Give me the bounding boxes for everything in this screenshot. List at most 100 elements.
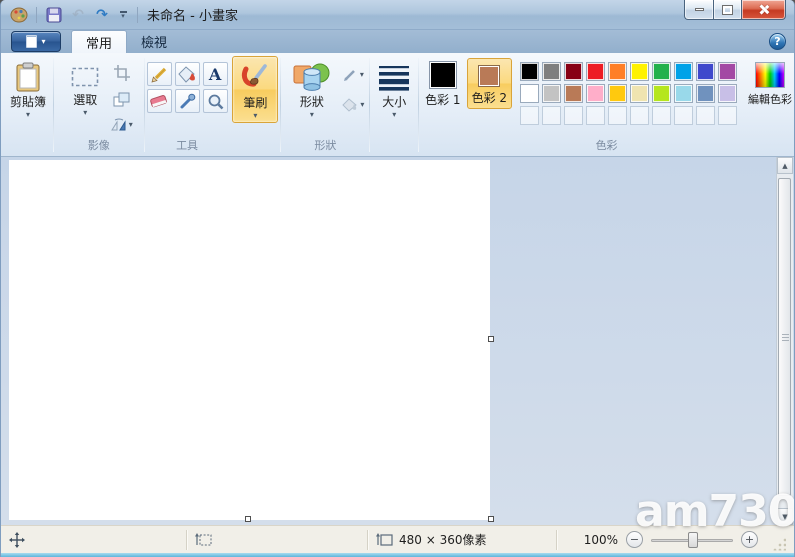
help-button[interactable]: ? bbox=[769, 33, 786, 50]
eraser-tool-button[interactable] bbox=[147, 89, 172, 113]
edit-colors-button[interactable]: 編輯色彩 bbox=[748, 58, 792, 107]
undo-icon: ↶ bbox=[72, 7, 84, 23]
color-picker-button[interactable] bbox=[175, 89, 200, 113]
scrollbar-thumb[interactable] bbox=[778, 178, 791, 496]
shapes-icon bbox=[290, 62, 334, 94]
palette-color-swatch[interactable] bbox=[696, 84, 715, 103]
palette-color-swatch[interactable] bbox=[542, 62, 561, 81]
color1-button[interactable]: 色彩 1 bbox=[421, 58, 464, 110]
scrollbar-track[interactable] bbox=[777, 174, 793, 508]
palette-color-swatch[interactable] bbox=[718, 62, 737, 81]
app-icon[interactable] bbox=[9, 5, 29, 25]
palette-color-swatch[interactable] bbox=[696, 62, 715, 81]
shape-fill-button[interactable]: ▾ bbox=[341, 93, 366, 117]
title-bar: ↶ ↷ ▾ 未命名 - 小畫家 bbox=[1, 0, 794, 30]
palette-color-swatch[interactable] bbox=[652, 84, 671, 103]
canvas-resize-handle-bottom[interactable] bbox=[245, 516, 251, 522]
selection-size-section bbox=[187, 526, 367, 553]
rotate-button[interactable]: ▾ bbox=[109, 113, 134, 137]
crop-icon bbox=[114, 65, 130, 81]
brushes-button[interactable]: 筆刷 ▾ bbox=[232, 56, 278, 123]
group-separator bbox=[53, 58, 54, 152]
chevron-down-icon: ▾ bbox=[360, 71, 364, 79]
document-icon bbox=[26, 35, 37, 48]
shape-outline-button[interactable]: ▾ bbox=[341, 63, 366, 87]
fill-tool-button[interactable] bbox=[175, 62, 200, 86]
select-icon bbox=[68, 62, 102, 92]
palette-color-swatch[interactable] bbox=[674, 62, 693, 81]
pencil-tool-button[interactable] bbox=[147, 62, 172, 86]
text-tool-button[interactable]: A bbox=[203, 62, 228, 86]
canvas-resize-handle-corner[interactable] bbox=[488, 516, 494, 522]
palette-empty-slot[interactable] bbox=[542, 106, 561, 125]
tab-home[interactable]: 常用 bbox=[71, 30, 127, 53]
scroll-up-button[interactable]: ▲ bbox=[777, 157, 793, 174]
size-button[interactable]: 大小 ▾ bbox=[372, 56, 416, 121]
eyedropper-icon bbox=[179, 93, 196, 110]
palette-empty-slot[interactable] bbox=[718, 106, 737, 125]
palette-color-swatch[interactable] bbox=[630, 62, 649, 81]
crop-button[interactable] bbox=[109, 61, 134, 85]
color-palette bbox=[520, 62, 738, 126]
maximize-icon bbox=[723, 6, 732, 14]
redo-button[interactable]: ↷ bbox=[92, 5, 112, 25]
window-title: 未命名 - 小畫家 bbox=[147, 5, 238, 24]
fill-shape-icon bbox=[342, 98, 358, 112]
maximize-button[interactable] bbox=[713, 0, 742, 20]
resize-icon bbox=[113, 92, 130, 107]
vertical-scrollbar[interactable]: ▲ ▼ bbox=[776, 157, 793, 525]
palette-color-swatch[interactable] bbox=[674, 84, 693, 103]
palette-color-swatch[interactable] bbox=[630, 84, 649, 103]
palette-color-swatch[interactable] bbox=[520, 84, 539, 103]
magnifier-tool-button[interactable] bbox=[203, 89, 228, 113]
color1-label: 色彩 1 bbox=[425, 91, 460, 108]
window-resize-grip[interactable] bbox=[772, 537, 786, 551]
chevron-down-icon: ▾ bbox=[360, 101, 364, 109]
palette-empty-slot[interactable] bbox=[564, 106, 583, 125]
palette-empty-slot[interactable] bbox=[608, 106, 627, 125]
palette-color-swatch[interactable] bbox=[718, 84, 737, 103]
palette-color-swatch[interactable] bbox=[608, 62, 627, 81]
color2-button[interactable]: 色彩 2 bbox=[467, 58, 512, 109]
select-button[interactable]: 選取 ▾ bbox=[63, 58, 107, 119]
resize-button[interactable] bbox=[109, 87, 134, 111]
paint-window: ↶ ↷ ▾ 未命名 - 小畫家 ▾ 常用 檢視 ? bbox=[0, 0, 795, 557]
palette-color-swatch[interactable] bbox=[586, 62, 605, 81]
group-separator bbox=[280, 58, 281, 152]
palette-empty-slot[interactable] bbox=[674, 106, 693, 125]
palette-color-swatch[interactable] bbox=[652, 62, 671, 81]
select-label: 選取 bbox=[73, 93, 97, 108]
palette-color-swatch[interactable] bbox=[608, 84, 627, 103]
palette-empty-slot[interactable] bbox=[586, 106, 605, 125]
shapes-button[interactable]: 形狀 ▾ bbox=[285, 58, 339, 121]
clipboard-button[interactable]: 剪貼簿 ▾ bbox=[5, 56, 51, 121]
palette-empty-slot[interactable] bbox=[520, 106, 539, 125]
palette-color-swatch[interactable] bbox=[564, 84, 583, 103]
palette-color-swatch[interactable] bbox=[520, 62, 539, 81]
palette-empty-slot[interactable] bbox=[652, 106, 671, 125]
color1-swatch bbox=[429, 61, 457, 89]
shapes-group-label: 形狀 bbox=[283, 137, 367, 153]
save-button[interactable] bbox=[44, 5, 64, 25]
redo-icon: ↷ bbox=[96, 7, 108, 23]
canvas-resize-handle-right[interactable] bbox=[488, 336, 494, 342]
close-button[interactable] bbox=[742, 0, 786, 20]
work-area: ▲ ▼ bbox=[1, 157, 794, 525]
minimize-button[interactable] bbox=[684, 0, 713, 20]
application-menu-button[interactable]: ▾ bbox=[11, 31, 61, 52]
quick-access-toolbar: ↶ ↷ ▾ bbox=[1, 5, 141, 25]
palette-color-swatch[interactable] bbox=[586, 84, 605, 103]
group-image: 選取 ▾ bbox=[56, 56, 142, 156]
image-group-label: 影像 bbox=[56, 137, 142, 153]
palette-color-swatch[interactable] bbox=[564, 62, 583, 81]
group-separator bbox=[369, 58, 370, 152]
undo-button[interactable]: ↶ bbox=[68, 5, 88, 25]
text-tool-icon: A bbox=[209, 65, 221, 84]
palette-color-swatch[interactable] bbox=[542, 84, 561, 103]
customize-qat-button[interactable]: ▾ bbox=[116, 11, 130, 19]
palette-empty-slot[interactable] bbox=[630, 106, 649, 125]
palette-empty-slot[interactable] bbox=[696, 106, 715, 125]
drawing-canvas[interactable] bbox=[9, 160, 490, 520]
group-clipboard: 剪貼簿 ▾ bbox=[5, 56, 51, 156]
tab-view[interactable]: 檢視 bbox=[127, 30, 181, 53]
